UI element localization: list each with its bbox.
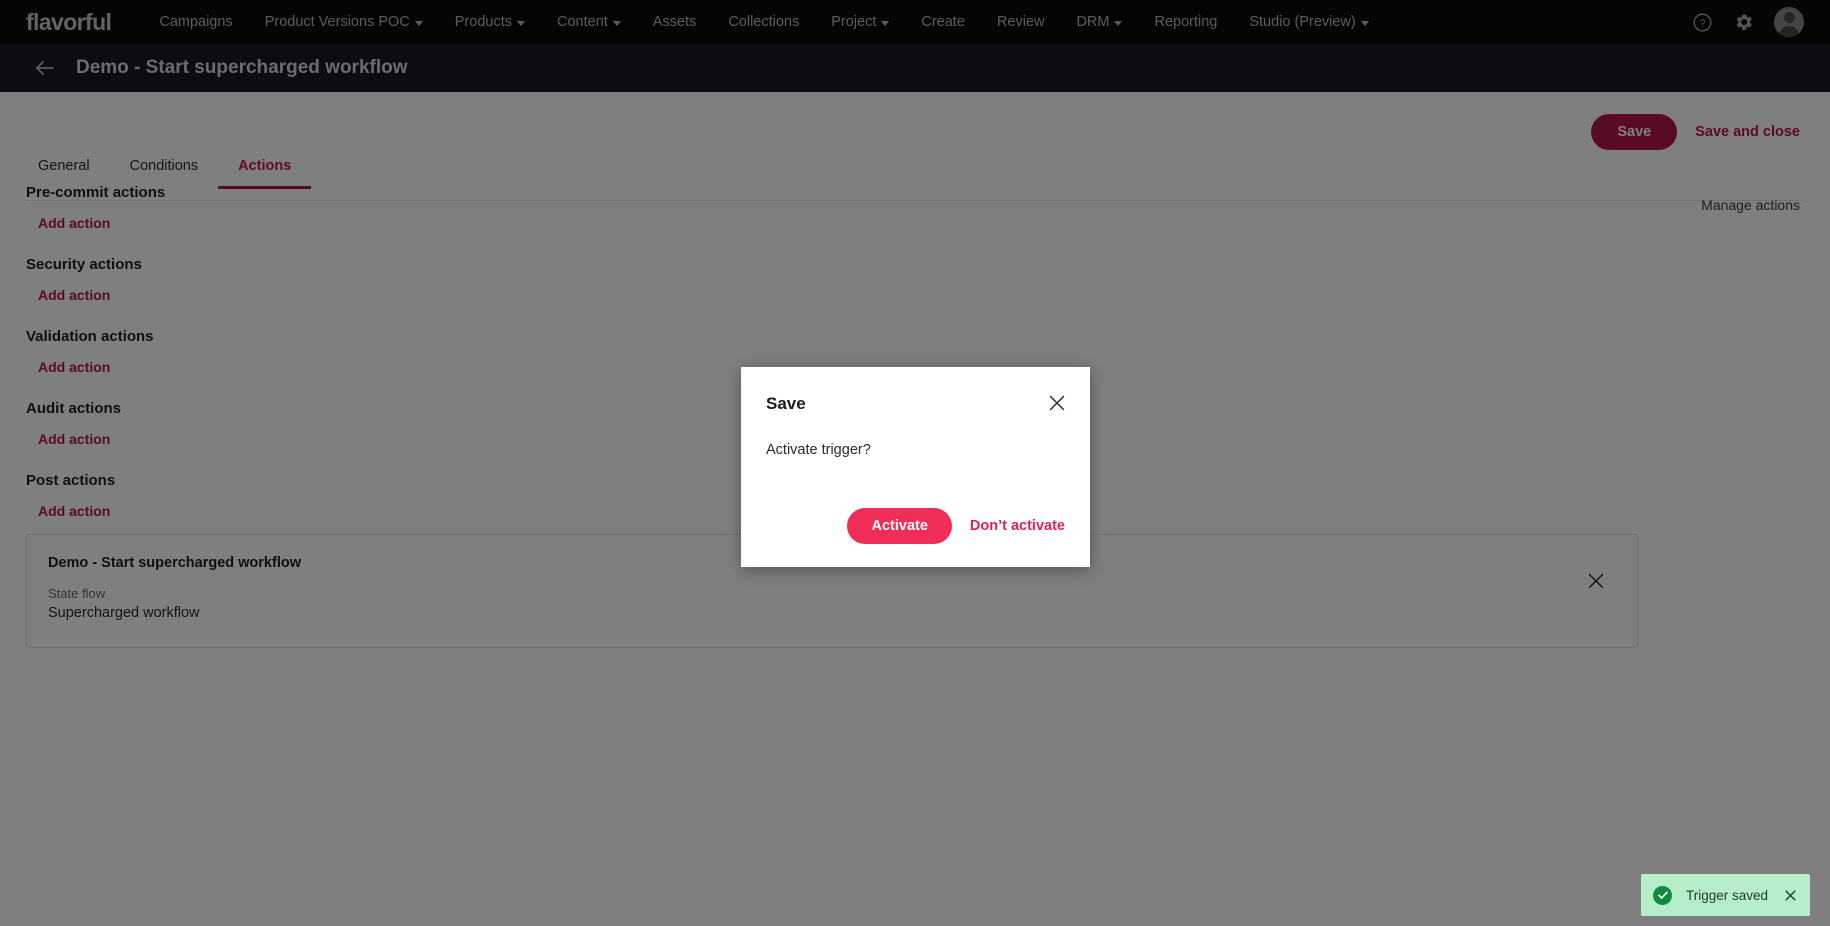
modal-body-text: Activate trigger?	[766, 442, 871, 458]
app-root: flavorful Campaigns Product Versions POC…	[0, 0, 1830, 926]
toast-notification: Trigger saved	[1641, 874, 1810, 916]
dont-activate-button[interactable]: Don’t activate	[970, 518, 1065, 534]
close-icon[interactable]	[1783, 888, 1798, 903]
modal-title: Save	[766, 394, 806, 413]
close-icon[interactable]	[1046, 392, 1068, 414]
check-circle-icon	[1653, 885, 1672, 905]
save-modal-dialog: Save Activate trigger? Activate Don’t ac…	[741, 367, 1090, 567]
modal-action-row: Activate Don’t activate	[847, 508, 1065, 544]
activate-button[interactable]: Activate	[847, 508, 952, 544]
toast-message: Trigger saved	[1686, 887, 1769, 903]
